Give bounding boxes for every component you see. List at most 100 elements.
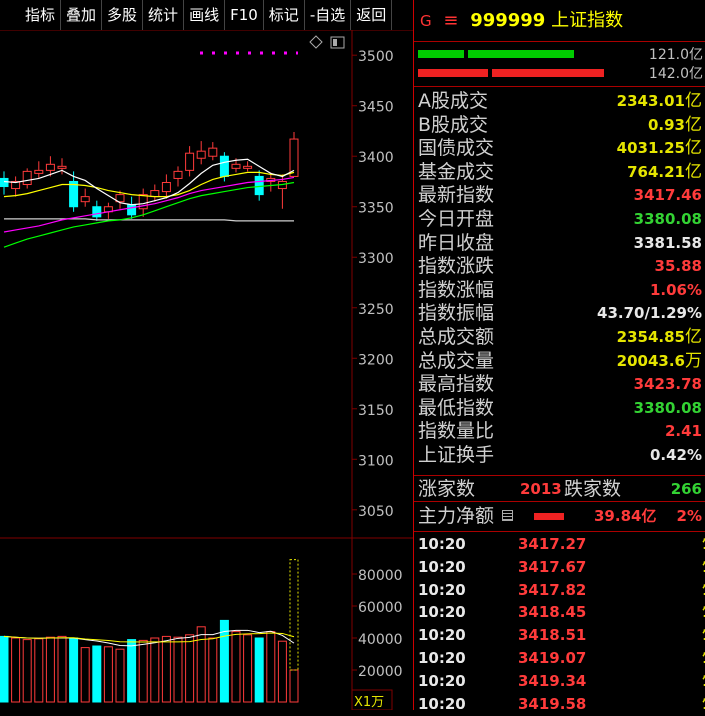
quote-row-value: 3381.58 [633, 233, 702, 252]
quote-row-label: 指数振幅 [418, 302, 495, 325]
menu-icon[interactable]: ≡ [443, 10, 458, 31]
tick-time: 10:20 [418, 580, 466, 599]
toolbar-multi-stock-button[interactable]: 多股 [102, 0, 144, 30]
sell-bar-long [492, 69, 604, 77]
quote-row: 指数量比 2.41 [414, 420, 705, 444]
ma120-line [4, 218, 294, 222]
tick-price: 3417.67 [518, 557, 587, 576]
candle-body [34, 169, 44, 174]
volume-axis-label: 20000 [358, 664, 403, 680]
volume-bar [103, 646, 113, 703]
quote-row-value: 35.88 [654, 257, 702, 276]
volume-axis: 80000 60000 40000 20000 X1万 [351, 568, 403, 710]
volume-bar [69, 637, 79, 703]
toolbar-draw-line-button[interactable]: 画线 [184, 0, 226, 30]
tick-time: 10:20 [418, 649, 466, 667]
volume-bar [254, 637, 264, 703]
quote-panel: G ≡ 999999 上证指数 121.0亿 142.0亿 A股成交 2343.0… [413, 0, 705, 714]
quote-row-value: 20043.6万 [616, 350, 702, 371]
candle [150, 184, 160, 202]
quote-row: 总成交量 20043.6万 [414, 350, 705, 374]
quote-row: 基金成交 764.21亿 [414, 161, 705, 185]
toolbar-statistics-button[interactable]: 统计 [143, 0, 185, 30]
tick-price: 3419.34 [518, 671, 587, 690]
quote-row-value: 3380.08 [633, 398, 702, 417]
buy-bar-long [468, 50, 574, 58]
toolbar-back-button[interactable]: 返回 [351, 0, 393, 30]
tick-time: 10:20 [418, 557, 466, 576]
tick-time: 10:20 [418, 603, 466, 622]
candle-body [208, 147, 218, 157]
quote-row-value: 0.93亿 [647, 114, 702, 135]
quote-row-value: 4031.25亿 [616, 138, 702, 159]
volume-bar [0, 635, 9, 703]
toolbar-f10-button[interactable]: F10 [225, 0, 264, 30]
volume-bar [115, 648, 125, 703]
candle [161, 174, 171, 199]
candle [289, 131, 299, 177]
quote-row-value: 764.21亿 [627, 161, 702, 182]
list-icon[interactable] [502, 510, 513, 521]
buy-bar-value: 121.0亿 [648, 47, 703, 63]
quote-row: 最高指数 3423.78 [414, 373, 705, 397]
quote-row-label: 总成交额 [418, 326, 495, 348]
volume-bar [11, 637, 21, 703]
price-axis-label: 3150 [358, 403, 394, 419]
volume-bar [243, 634, 253, 703]
toolbar-remove-watchlist-button[interactable]: -自选 [305, 0, 352, 30]
divider [414, 475, 705, 476]
divider [414, 531, 705, 532]
candle-body [22, 170, 32, 186]
volume-bar [289, 669, 299, 703]
volume-axis-label: 60000 [358, 600, 403, 616]
tick-row: 10:203418.451.88亿 [414, 601, 705, 624]
tick-price: 3417.27 [518, 535, 587, 553]
quote-row: A股成交 2343.01亿 [414, 90, 705, 114]
candle [0, 171, 9, 195]
index-prefix: G [420, 12, 432, 30]
moving-average-lines [3, 158, 295, 647]
diamond-icon[interactable] [309, 35, 323, 49]
candle [22, 168, 32, 189]
quote-row-value: 1.06% [649, 280, 702, 299]
price-axis-label: 3050 [358, 504, 394, 520]
candle-body [127, 204, 137, 216]
divider [414, 86, 705, 87]
quote-row-value: 2354.85亿 [616, 327, 702, 347]
tick-row: 10:203419.341.68亿 [414, 670, 705, 693]
price-axis-label: 3400 [358, 150, 394, 166]
candle-body [150, 190, 160, 198]
candle [254, 170, 264, 201]
candle [185, 146, 195, 177]
chart-grid [0, 30, 413, 710]
main-force-row: 主力净额 39.84亿 2% [414, 503, 705, 529]
window-toggle-icon[interactable] [330, 36, 345, 49]
kline-chart[interactable]: 3500 3450 3400 3350 3300 3250 3200 3150 3100 3050… [0, 30, 413, 710]
toolbar-overlay-button[interactable]: 叠加 [61, 0, 103, 30]
candle-body [243, 165, 253, 169]
index-title: G ≡ 999999 上证指数 [420, 6, 623, 32]
quote-row-label: B股成交 [418, 113, 489, 136]
volume-unit-label: X1万 [354, 695, 384, 710]
candle-body [80, 196, 90, 203]
volume-projection-bar [289, 559, 299, 671]
toolbar-mark-button[interactable]: 标记 [264, 0, 305, 30]
candle-body [196, 150, 206, 159]
main-force-percent: 2% [676, 507, 702, 525]
quote-row-label: 最低指数 [418, 396, 495, 419]
candle [196, 141, 206, 165]
volume-bar [161, 635, 171, 703]
toolbar-indicator-button[interactable]: 指标 [0, 0, 62, 30]
divider [414, 41, 705, 42]
main-force-label: 主力净额 [418, 505, 495, 527]
index-code: 999999 [470, 10, 546, 31]
quote-row-value: 43.70/1.29% [597, 304, 702, 323]
tick-time: 10:20 [418, 535, 466, 553]
candle [80, 188, 90, 207]
volume-bar [80, 647, 90, 703]
volume-bar [277, 640, 287, 703]
candle [11, 176, 21, 197]
tick-row: 10:203417.271.97亿 [414, 533, 705, 556]
advancers-count: 2013 [520, 480, 562, 498]
quote-row-label: 今日开盘 [418, 208, 495, 230]
